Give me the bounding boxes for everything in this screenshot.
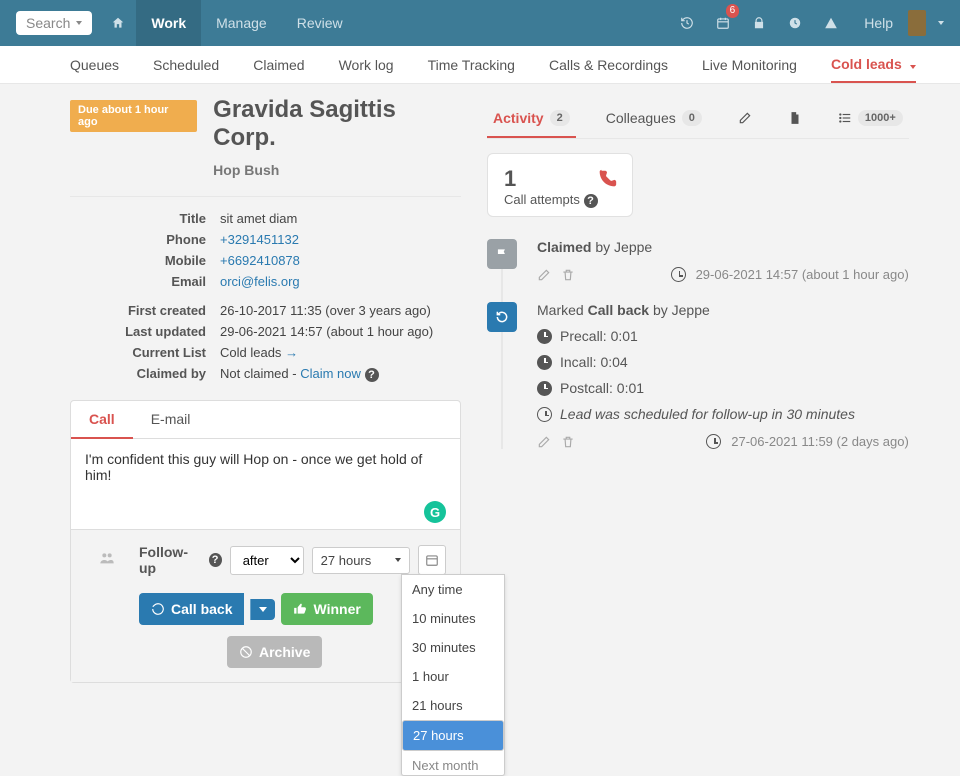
clock-icon [537,355,552,370]
edit-icon[interactable] [537,268,551,282]
tab-activity[interactable]: Activity 2 [487,100,576,138]
note-textarea[interactable]: I'm confident this guy will Hop on - onc… [71,439,460,529]
phone-link[interactable]: +3291451132 [220,232,299,247]
trash-icon[interactable] [561,435,575,449]
chevron-down-icon [259,607,267,612]
callback-button[interactable]: Call back [139,593,244,625]
nav-work[interactable]: Work [136,0,201,46]
clock-icon [671,267,686,282]
archive-button[interactable]: Archive [227,636,322,668]
assign-people-icon[interactable] [99,550,115,566]
chevron-down-icon [938,21,944,25]
followup-duration-dropdown: Any time 10 minutes 30 minutes 1 hour 21… [401,574,505,776]
lead-subtitle: Hop Bush [213,162,461,178]
clock-icon [706,434,721,449]
duration-option[interactable]: 27 hours [402,720,504,751]
activity-tabs: Activity 2 Colleagues 0 1000+ [487,100,909,139]
subnav-timetracking[interactable]: Time Tracking [428,57,515,73]
subnav-worklog[interactable]: Work log [339,57,394,73]
lead-title: Gravida Sagittis Corp. [213,96,461,152]
help-icon[interactable]: ? [365,368,379,382]
note-box: Call E-mail I'm confident this guy will … [70,400,461,683]
history-icon[interactable] [669,0,705,46]
grammarly-icon[interactable]: G [424,501,446,523]
subnav-claimed[interactable]: Claimed [253,57,304,73]
followup-label: Follow-up [139,544,201,576]
subnav-scheduled[interactable]: Scheduled [153,57,219,73]
tab-list[interactable]: 1000+ [832,100,909,136]
activity-count: 2 [550,110,570,126]
warning-icon[interactable] [813,0,849,46]
calendar-badge: 6 [726,4,740,18]
subnav-calls[interactable]: Calls & Recordings [549,57,668,73]
tab-edit[interactable] [732,101,758,135]
claim-now-link[interactable]: Claim now [300,366,361,381]
clock-icon [537,381,552,396]
duration-option[interactable]: Next month [402,751,504,775]
chevron-down-icon [910,65,916,69]
activity-timeline: Claimed by Jeppe 29-06-2021 14:57 (about… [487,239,909,449]
clock-icon [537,329,552,344]
tab-call[interactable]: Call [71,401,133,439]
colleagues-count: 0 [682,110,702,126]
duration-option[interactable]: Any time [402,575,504,604]
trash-icon[interactable] [561,268,575,282]
search-label: Search [26,15,70,31]
lead-details: Titlesit amet diam Phone+3291451132 Mobi… [70,207,441,386]
chevron-down-icon [76,21,82,25]
help-icon[interactable]: ? [584,194,598,208]
nav-review[interactable]: Review [282,0,358,46]
help-icon[interactable]: ? [209,553,222,567]
top-nav: Search Work Manage Review 6 Help [0,0,960,46]
timeline-item: Claimed by Jeppe 29-06-2021 14:57 (about… [487,239,909,282]
home-icon[interactable] [100,0,136,46]
timestamp: 27-06-2021 11:59 (2 days ago) [731,434,909,449]
subnav-coldleads[interactable]: Cold leads [831,56,916,83]
phone-icon [596,168,618,190]
list-count: 1000+ [858,110,903,126]
tab-document[interactable] [782,101,808,135]
duration-option[interactable]: 1 hour [402,662,504,691]
help-link[interactable]: Help [849,0,908,46]
nav-manage[interactable]: Manage [201,0,282,46]
followup-duration-select[interactable]: 27 hours [312,547,410,574]
calendar-icon[interactable]: 6 [705,0,741,46]
tab-email[interactable]: E-mail [133,401,209,438]
mobile-link[interactable]: +6692410878 [220,253,300,268]
timeline-item: Marked Call back by Jeppe Precall: 0:01 … [487,302,909,449]
email-link[interactable]: orci@felis.org [220,274,300,289]
refresh-icon [487,302,517,332]
chevron-down-icon [395,558,401,562]
tab-colleagues[interactable]: Colleagues 0 [600,100,708,136]
global-search[interactable]: Search [16,11,92,35]
due-badge: Due about 1 hour ago [70,100,197,132]
winner-button[interactable]: Winner [281,593,372,625]
current-list-link[interactable]: → [285,345,298,360]
clock-icon [537,407,552,422]
user-menu[interactable] [908,0,944,46]
sub-nav: Queues Scheduled Claimed Work log Time T… [0,46,960,84]
subnav-queues[interactable]: Queues [70,57,119,73]
timestamp: 29-06-2021 14:57 (about 1 hour ago) [696,267,909,282]
duration-option[interactable]: 10 minutes [402,604,504,633]
duration-option[interactable]: 21 hours [402,691,504,720]
flag-icon [487,239,517,269]
followup-timing-select[interactable]: after [230,546,304,575]
clock-icon[interactable] [777,0,813,46]
calendar-picker-button[interactable] [418,545,446,575]
avatar [908,10,926,36]
call-attempts-card: 1 Call attempts ? [487,153,633,217]
edit-icon[interactable] [537,435,551,449]
callback-menu-button[interactable] [250,599,275,620]
duration-option[interactable]: 30 minutes [402,633,504,662]
lock-icon[interactable] [741,0,777,46]
subnav-livemon[interactable]: Live Monitoring [702,57,797,73]
